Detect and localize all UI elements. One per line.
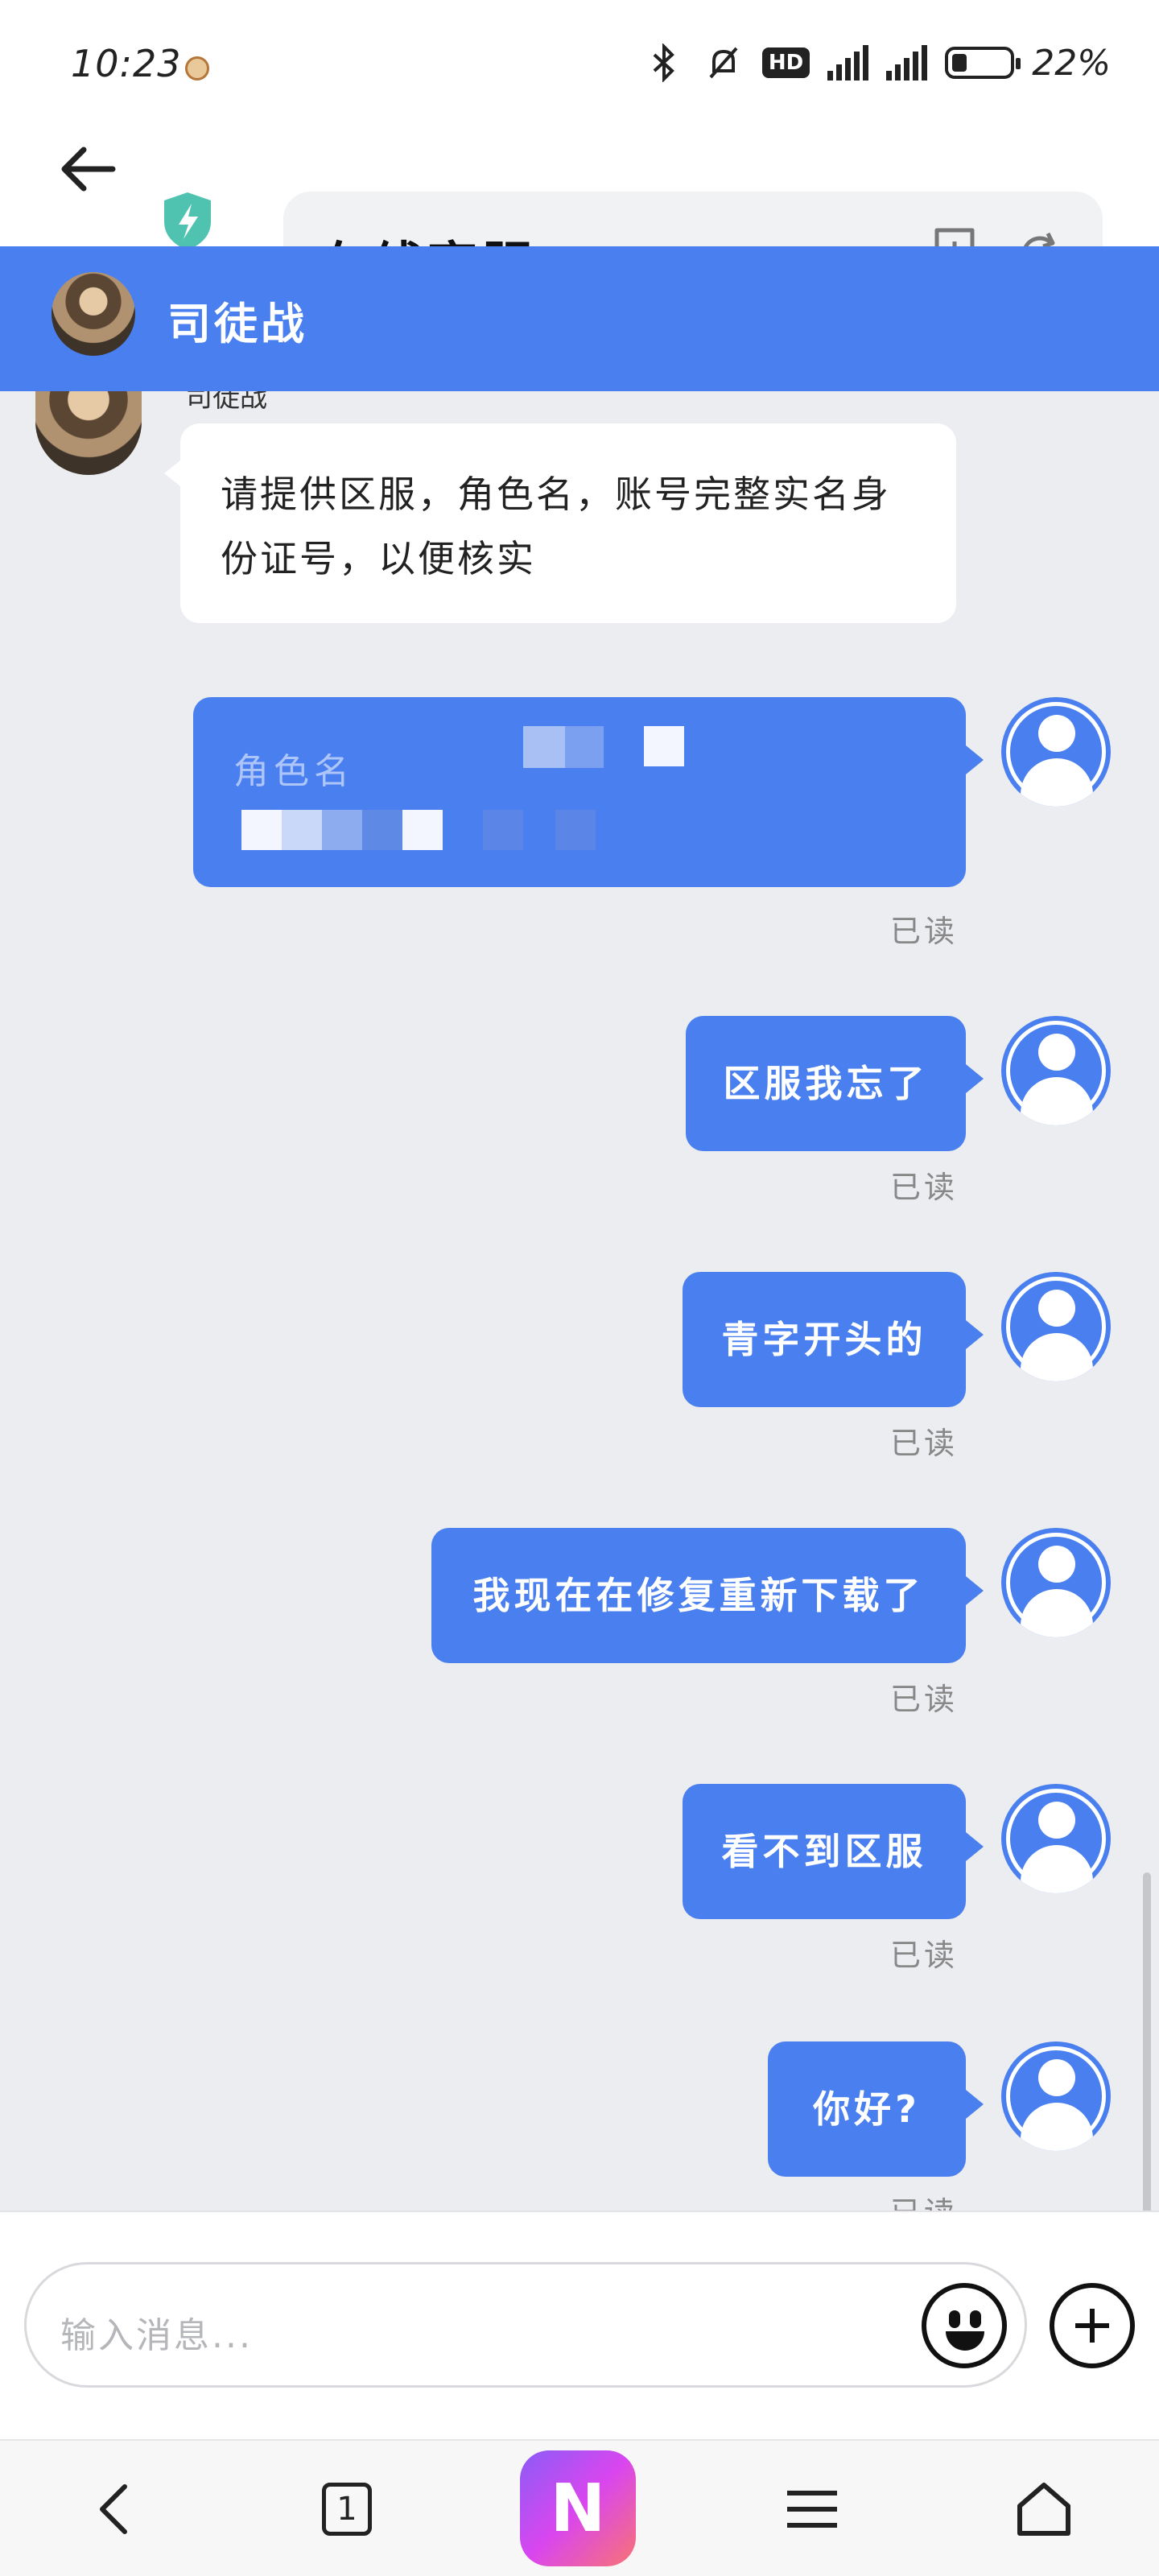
user-message-text: 区服我忘了 xyxy=(723,1062,929,1105)
pixelated-block xyxy=(523,726,565,768)
pixelated-block xyxy=(241,810,282,850)
home-icon[interactable] xyxy=(992,2457,1096,2562)
signal-icon-2 xyxy=(886,45,928,80)
tabs-button[interactable]: 1 xyxy=(295,2457,399,2562)
bluetooth-icon xyxy=(643,42,685,84)
message-input-bar: 输入消息... xyxy=(0,2211,1159,2439)
user-message-text: 看不到区服 xyxy=(721,1830,927,1873)
emoji-icon[interactable] xyxy=(922,2283,1007,2368)
user-message-bubble: 区服我忘了 xyxy=(686,1016,984,1151)
battery-percent: 22% xyxy=(1032,42,1111,84)
read-status: 已读 xyxy=(889,914,958,949)
app-logo-icon: N xyxy=(520,2450,636,2566)
user-avatar xyxy=(1001,697,1111,807)
user-message-text: 青字开头的 xyxy=(721,1318,927,1361)
message-input[interactable]: 输入消息... xyxy=(24,2262,1027,2388)
browser-bottom-nav: 1 N xyxy=(0,2439,1159,2576)
read-status: 已读 xyxy=(889,1426,958,1461)
read-status: 已读 xyxy=(889,1682,958,1717)
pixelated-block xyxy=(322,810,362,850)
redacted-message-bubble: 角色名 xyxy=(193,697,966,887)
user-message-bubble: 青字开头的 xyxy=(683,1272,984,1407)
hd-badge: HD xyxy=(761,47,810,78)
read-status: 已读 xyxy=(890,2188,958,2211)
read-status: 已读 xyxy=(889,1938,958,1973)
pixelated-block xyxy=(555,810,596,850)
menu-icon[interactable] xyxy=(760,2457,864,2562)
agent-message-text: 请提供区服，角色名，账号完整实名身份证号，以便核实 xyxy=(221,473,891,580)
agent-message-bubble: 请提供区服，角色名，账号完整实名身份证号，以便核实 xyxy=(164,423,956,623)
app-home-button[interactable]: N xyxy=(520,2450,636,2566)
chat-message-list[interactable]: 司徒战 请提供区服，角色名，账号完整实名身份证号，以便核实 角色名 已读 区服我… xyxy=(0,391,1159,2211)
pixelated-block xyxy=(402,810,443,850)
agent-name: 司徒战 xyxy=(167,299,307,349)
user-message-text: 你好? xyxy=(813,2087,921,2131)
back-arrow-icon[interactable] xyxy=(47,129,127,209)
user-avatar xyxy=(1001,1784,1111,1893)
agent-message-avatar xyxy=(35,391,142,475)
pixelated-block xyxy=(565,726,604,768)
user-message-text: 我现在在修复重新下载了 xyxy=(472,1574,925,1617)
read-status: 已读 xyxy=(889,1170,958,1205)
status-icons: HD 22% xyxy=(643,42,1111,84)
mute-bell-icon xyxy=(703,42,744,84)
status-bar: 10:23 HD 22% xyxy=(0,0,1159,97)
status-time: 10:23 xyxy=(71,42,182,85)
user-avatar xyxy=(1001,1528,1111,1637)
battery-icon xyxy=(945,47,1021,79)
agent-avatar xyxy=(52,272,135,356)
browser-toolbar: 在线客服 xyxy=(0,97,1159,317)
pixelated-block xyxy=(644,726,684,766)
notification-app-icon xyxy=(185,56,209,80)
pixelated-block xyxy=(483,810,523,850)
plus-icon[interactable] xyxy=(1050,2283,1135,2368)
redacted-bubble-tail xyxy=(966,745,984,774)
user-message-bubble: 你好? xyxy=(768,2041,984,2177)
chat-scrollbar[interactable] xyxy=(1143,1872,1151,2211)
user-avatar xyxy=(1001,1016,1111,1125)
signal-icon-1 xyxy=(827,45,869,80)
tab-count: 1 xyxy=(322,2483,372,2536)
chat-header: 司徒战 xyxy=(0,246,1159,391)
agent-message-name: 司徒战 xyxy=(185,391,267,414)
nav-back-icon[interactable] xyxy=(61,2457,166,2562)
user-message-bubble: 我现在在修复重新下载了 xyxy=(431,1528,984,1663)
message-input-placeholder: 输入消息... xyxy=(60,2315,253,2356)
pixelated-block xyxy=(282,810,322,850)
user-message-bubble: 看不到区服 xyxy=(683,1784,984,1919)
user-avatar xyxy=(1001,1272,1111,1381)
redacted-message-text: 角色名 xyxy=(233,751,354,792)
user-avatar xyxy=(1001,2041,1111,2151)
pixelated-block xyxy=(362,810,402,850)
